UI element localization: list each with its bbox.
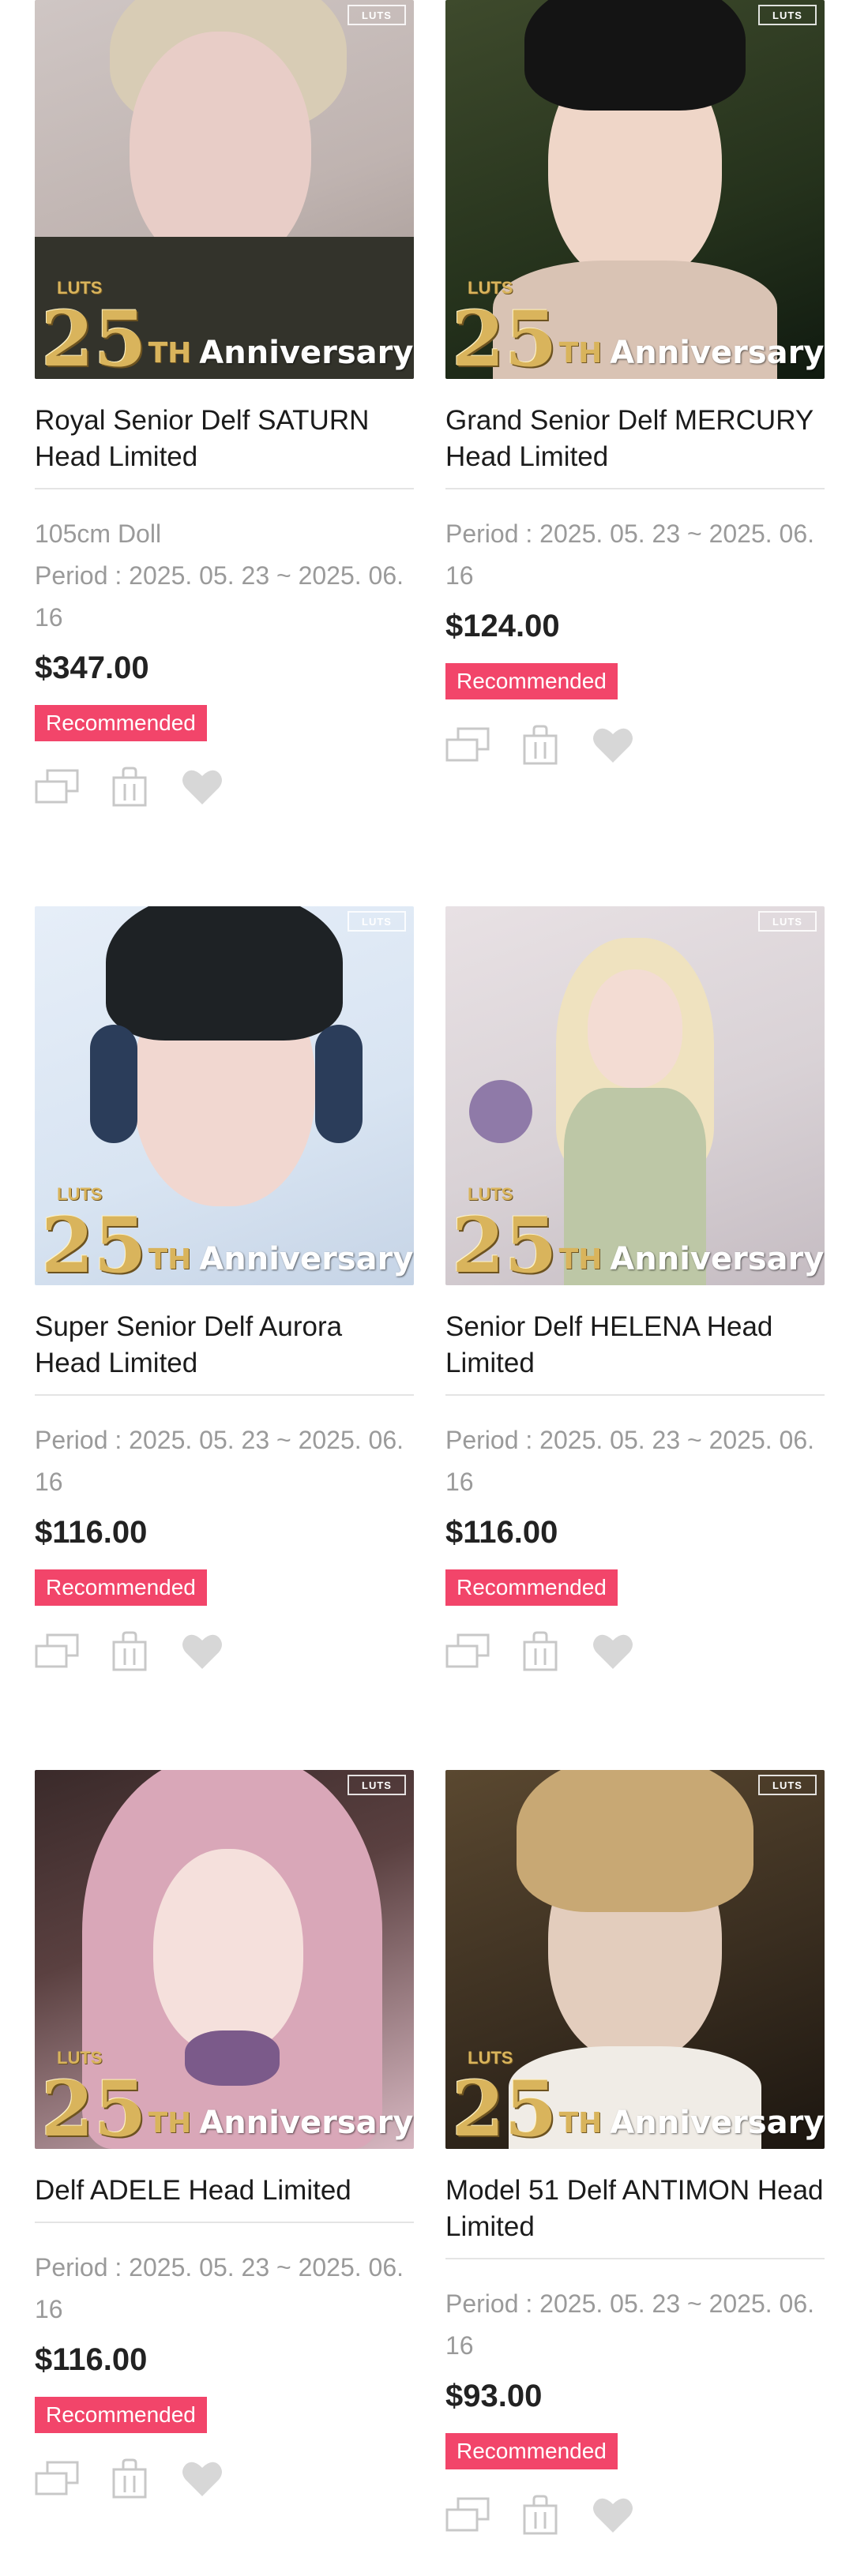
product-name[interactable]: Senior Delf HELENA Head Limited — [445, 1309, 825, 1396]
cart-icon[interactable] — [518, 723, 562, 767]
cart-icon[interactable] — [107, 2457, 152, 2501]
product-actions — [35, 2457, 414, 2501]
cart-icon[interactable] — [518, 2493, 562, 2537]
product-subtitle: 105cm Doll — [35, 519, 162, 548]
wishlist-heart-icon[interactable] — [591, 1629, 635, 1674]
product-period: Period : 2025. 05. 23 ~ 2025. 06. 16 — [35, 2253, 404, 2323]
product-actions — [445, 2493, 825, 2537]
product-period: Period : 2025. 05. 23 ~ 2025. 06. 16 — [445, 2289, 815, 2360]
wishlist-heart-icon[interactable] — [180, 2457, 224, 2501]
product-card[interactable]: LUTS LUTS 25 TH Anniversary Delf ADELE H… — [35, 1770, 414, 2501]
recommended-badge: Recommended — [445, 663, 618, 699]
product-name[interactable]: Royal Senior Delf SATURN Head Limited — [35, 403, 414, 489]
compare-icon[interactable] — [445, 723, 490, 767]
product-price: $124.00 — [445, 609, 560, 643]
product-price: $347.00 — [35, 651, 149, 685]
anniversary-logo: LUTS 25 TH Anniversary — [452, 278, 825, 379]
brand-mark: LUTS — [758, 5, 817, 25]
recommended-badge: Recommended — [445, 1569, 618, 1606]
anniversary-logo: LUTS 25 TH Anniversary — [452, 1184, 825, 1285]
product-image[interactable]: LUTS LUTS 25 TH Anniversary — [35, 0, 414, 379]
product-card[interactable]: LUTS LUTS 25 TH Anniversary Grand Senior… — [445, 0, 825, 767]
product-actions — [35, 1629, 414, 1674]
recommended-badge: Recommended — [445, 2433, 618, 2469]
product-actions — [445, 1629, 825, 1674]
product-card[interactable]: LUTS LUTS 25 TH Anniversary Senior Delf … — [445, 906, 825, 1674]
product-name[interactable]: Model 51 Delf ANTIMON Head Limited — [445, 2173, 825, 2259]
brand-mark: LUTS — [348, 911, 406, 932]
product-card[interactable]: LUTS LUTS 25 TH Anniversary Royal Senior… — [35, 0, 414, 809]
cart-icon[interactable] — [518, 1629, 562, 1674]
recommended-badge: Recommended — [35, 2397, 207, 2433]
product-image[interactable]: LUTS LUTS 25 TH Anniversary — [445, 906, 825, 1285]
wishlist-heart-icon[interactable] — [180, 765, 224, 809]
product-image[interactable]: LUTS LUTS 25 TH Anniversary — [35, 1770, 414, 2149]
product-period: Period : 2025. 05. 23 ~ 2025. 06. 16 — [35, 561, 404, 632]
anniversary-logo: LUTS 25 TH Anniversary — [41, 2048, 414, 2149]
anniversary-logo: LUTS 25 TH Anniversary — [452, 2048, 825, 2149]
wishlist-heart-icon[interactable] — [591, 2493, 635, 2537]
compare-icon[interactable] — [35, 765, 79, 809]
recommended-badge: Recommended — [35, 705, 207, 741]
compare-icon[interactable] — [445, 2493, 490, 2537]
product-name[interactable]: Super Senior Delf Aurora Head Limited — [35, 1309, 414, 1396]
cart-icon[interactable] — [107, 1629, 152, 1674]
wishlist-heart-icon[interactable] — [591, 723, 635, 767]
product-price: $116.00 — [445, 1515, 558, 1550]
compare-icon[interactable] — [35, 1629, 79, 1674]
product-card[interactable]: LUTS LUTS 25 TH Anniversary Model 51 Del… — [445, 1770, 825, 2537]
product-period: Period : 2025. 05. 23 ~ 2025. 06. 16 — [445, 519, 815, 590]
product-price: $116.00 — [35, 1515, 148, 1550]
recommended-badge: Recommended — [35, 1569, 207, 1606]
product-name[interactable]: Delf ADELE Head Limited — [35, 2173, 414, 2223]
anniversary-logo: LUTS 25 TH Anniversary — [41, 278, 414, 379]
product-image[interactable]: LUTS LUTS 25 TH Anniversary — [445, 0, 825, 379]
product-price: $93.00 — [445, 2379, 543, 2413]
compare-icon[interactable] — [445, 1629, 490, 1674]
brand-mark: LUTS — [758, 1775, 817, 1795]
compare-icon[interactable] — [35, 2457, 79, 2501]
wishlist-heart-icon[interactable] — [180, 1629, 224, 1674]
product-period: Period : 2025. 05. 23 ~ 2025. 06. 16 — [35, 1426, 404, 1496]
product-name[interactable]: Grand Senior Delf MERCURY Head Limited — [445, 403, 825, 489]
product-price: $116.00 — [35, 2342, 148, 2377]
product-image[interactable]: LUTS LUTS 25 TH Anniversary — [35, 906, 414, 1285]
product-actions — [35, 765, 414, 809]
brand-mark: LUTS — [348, 1775, 406, 1795]
cart-icon[interactable] — [107, 765, 152, 809]
product-image[interactable]: LUTS LUTS 25 TH Anniversary — [445, 1770, 825, 2149]
product-period: Period : 2025. 05. 23 ~ 2025. 06. 16 — [445, 1426, 815, 1496]
brand-mark: LUTS — [348, 5, 406, 25]
product-actions — [445, 723, 825, 767]
brand-mark: LUTS — [758, 911, 817, 932]
anniversary-logo: LUTS 25 TH Anniversary — [41, 1184, 414, 1285]
product-card[interactable]: LUTS LUTS 25 TH Anniversary Super Senior… — [35, 906, 414, 1674]
